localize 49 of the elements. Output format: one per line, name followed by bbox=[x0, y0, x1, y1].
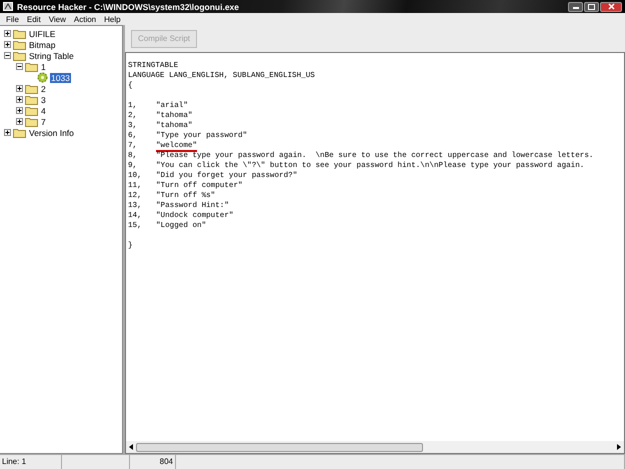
collapse-toggle[interactable] bbox=[4, 52, 11, 59]
folder-icon bbox=[25, 84, 38, 94]
tree-item[interactable]: 2 bbox=[40, 84, 47, 94]
minimize-icon bbox=[572, 4, 578, 8]
tree-item[interactable]: String Table bbox=[28, 50, 75, 60]
status-line: Line: 1 bbox=[0, 455, 62, 469]
expand-toggle[interactable] bbox=[4, 30, 11, 37]
app-icon bbox=[3, 2, 13, 11]
tree-item[interactable]: UIFILE bbox=[28, 28, 56, 38]
maximize-icon bbox=[588, 4, 595, 10]
menu-item[interactable]: View bbox=[44, 14, 70, 24]
scroll-right-icon[interactable] bbox=[617, 444, 621, 450]
minimize-button[interactable] bbox=[568, 2, 583, 12]
folder-icon bbox=[13, 50, 26, 60]
window-title: Resource Hacker - C:\WINDOWS\system32\logonui.exe bbox=[17, 2, 240, 12]
scrollbar-thumb[interactable] bbox=[136, 442, 423, 452]
expand-toggle[interactable] bbox=[16, 118, 23, 125]
tree-item[interactable]: Bitmap bbox=[28, 40, 56, 50]
folder-icon bbox=[13, 128, 26, 138]
expand-toggle[interactable] bbox=[16, 96, 23, 103]
tree-item[interactable]: Version Info bbox=[28, 128, 75, 138]
scroll-left-icon[interactable] bbox=[129, 444, 133, 450]
close-icon bbox=[608, 3, 614, 10]
tree-item[interactable]: 1033 bbox=[50, 72, 71, 82]
folder-icon bbox=[25, 106, 38, 116]
folder-icon bbox=[13, 40, 26, 50]
folder-icon bbox=[25, 116, 38, 126]
menu-item[interactable]: Edit bbox=[22, 14, 45, 24]
tree-item[interactable]: 7 bbox=[40, 116, 47, 126]
collapse-toggle[interactable] bbox=[16, 63, 23, 70]
script-editor[interactable] bbox=[125, 52, 625, 454]
expand-toggle[interactable] bbox=[4, 41, 11, 48]
menu-item[interactable]: Action bbox=[70, 14, 100, 24]
folder-icon bbox=[25, 62, 38, 72]
expand-toggle[interactable] bbox=[4, 129, 11, 136]
gear-icon bbox=[37, 72, 48, 83]
tree-item[interactable]: 4 bbox=[40, 106, 47, 116]
folder-icon bbox=[13, 28, 26, 38]
tree-item[interactable]: 3 bbox=[40, 94, 47, 104]
close-button[interactable] bbox=[600, 2, 622, 12]
status-size: 804 bbox=[130, 455, 176, 469]
menu-item[interactable]: Help bbox=[100, 14, 125, 24]
horizontal-scrollbar[interactable] bbox=[126, 441, 624, 453]
expand-toggle[interactable] bbox=[16, 85, 23, 92]
menu-item[interactable]: File bbox=[2, 14, 23, 24]
folder-icon bbox=[25, 94, 38, 104]
tree-item[interactable]: 1 bbox=[40, 62, 47, 72]
maximize-button[interactable] bbox=[584, 2, 599, 12]
expand-toggle[interactable] bbox=[16, 107, 23, 114]
